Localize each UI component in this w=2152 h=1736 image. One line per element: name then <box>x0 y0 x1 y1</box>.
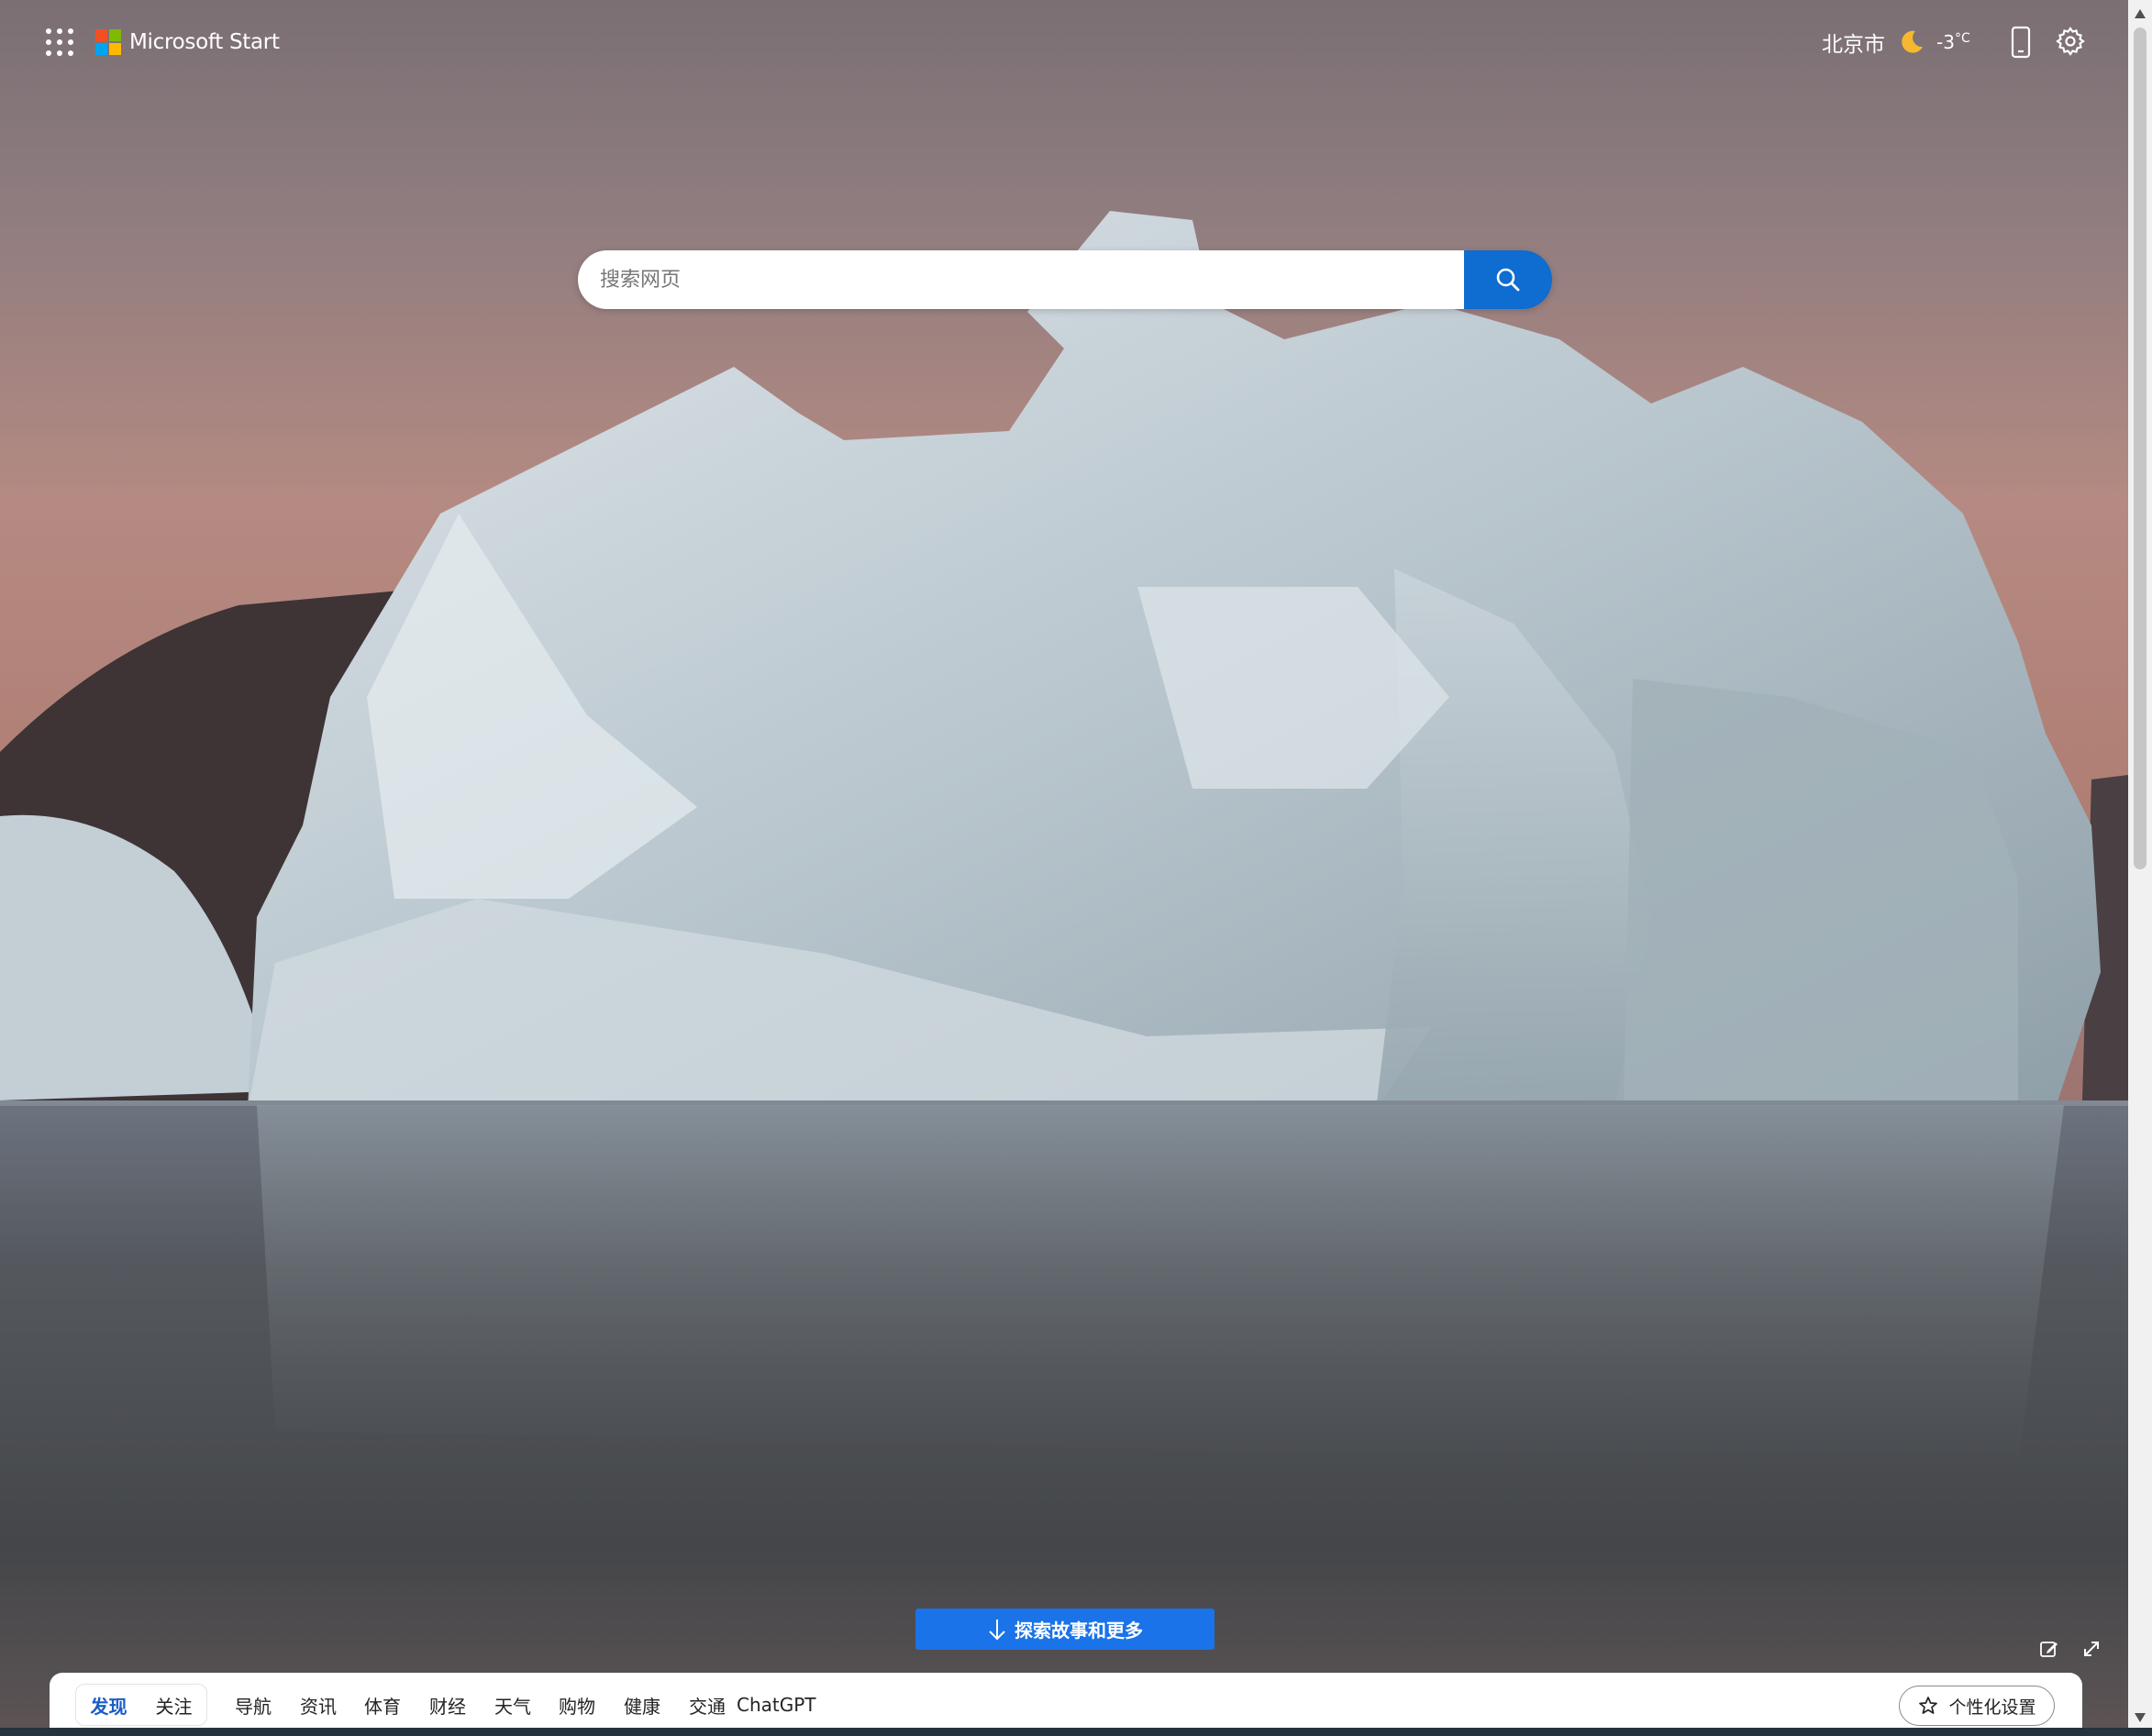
search-button[interactable] <box>1464 250 1552 309</box>
nav-link-navigation[interactable]: 导航 <box>235 1692 300 1719</box>
expand-icon[interactable] <box>2079 1636 2104 1662</box>
search-icon <box>1496 268 1520 292</box>
microsoft-logo-icon <box>95 29 121 55</box>
search-box <box>578 250 1552 309</box>
explore-more-button[interactable]: 探索故事和更多 <box>915 1609 1215 1650</box>
scrollbar-thumb[interactable] <box>2134 28 2146 869</box>
phone-icon[interactable] <box>2007 26 2035 59</box>
moon-icon <box>1902 30 1923 53</box>
nav-link-weather[interactable]: 天气 <box>494 1692 559 1719</box>
weather-city: 北京市 <box>1822 33 1885 57</box>
apps-grid-icon[interactable] <box>46 28 73 56</box>
brand-logo[interactable]: Microsoft Start <box>95 26 280 59</box>
weather-widget[interactable]: 北京市 -3°C <box>1822 26 1970 59</box>
nav-link-finance[interactable]: 财经 <box>429 1692 494 1719</box>
nav-link-sports[interactable]: 体育 <box>364 1692 429 1719</box>
nav-link-shopping[interactable]: 购物 <box>559 1692 624 1719</box>
brand-name: Microsoft Start <box>129 30 280 54</box>
category-links: 导航 资讯 体育 财经 天气 购物 健康 交通 ChatGPT <box>235 1684 819 1726</box>
edit-icon[interactable] <box>2036 1636 2062 1662</box>
window-bottom-edge <box>0 1728 2152 1736</box>
nav-link-chatgpt[interactable]: ChatGPT <box>737 1694 819 1716</box>
tab-following[interactable]: 关注 <box>141 1692 206 1719</box>
gear-icon[interactable] <box>2055 26 2086 57</box>
feed-segment-control: 发现 关注 <box>75 1684 207 1726</box>
tab-discover[interactable]: 发现 <box>76 1692 141 1719</box>
search-input[interactable] <box>578 250 1464 309</box>
star-sparkle-icon <box>1919 1697 1938 1714</box>
bottom-nav-bar: 发现 关注 导航 资讯 体育 财经 天气 购物 健康 交通 ChatGPT 个性… <box>50 1673 2082 1736</box>
scroll-up-icon[interactable] <box>2133 7 2147 20</box>
explore-more-label: 探索故事和更多 <box>1015 1620 1143 1642</box>
nav-link-news[interactable]: 资讯 <box>300 1692 364 1719</box>
nav-link-health[interactable]: 健康 <box>624 1692 689 1719</box>
personalize-label: 个性化设置 <box>1948 1697 2036 1718</box>
nav-link-traffic[interactable]: 交通 <box>689 1692 737 1719</box>
personalize-button[interactable]: 个性化设置 <box>1899 1686 2055 1726</box>
arrow-down-icon <box>989 1619 1005 1640</box>
scroll-down-icon[interactable] <box>2133 1711 2147 1724</box>
weather-temperature: -3°C <box>1936 31 1970 53</box>
